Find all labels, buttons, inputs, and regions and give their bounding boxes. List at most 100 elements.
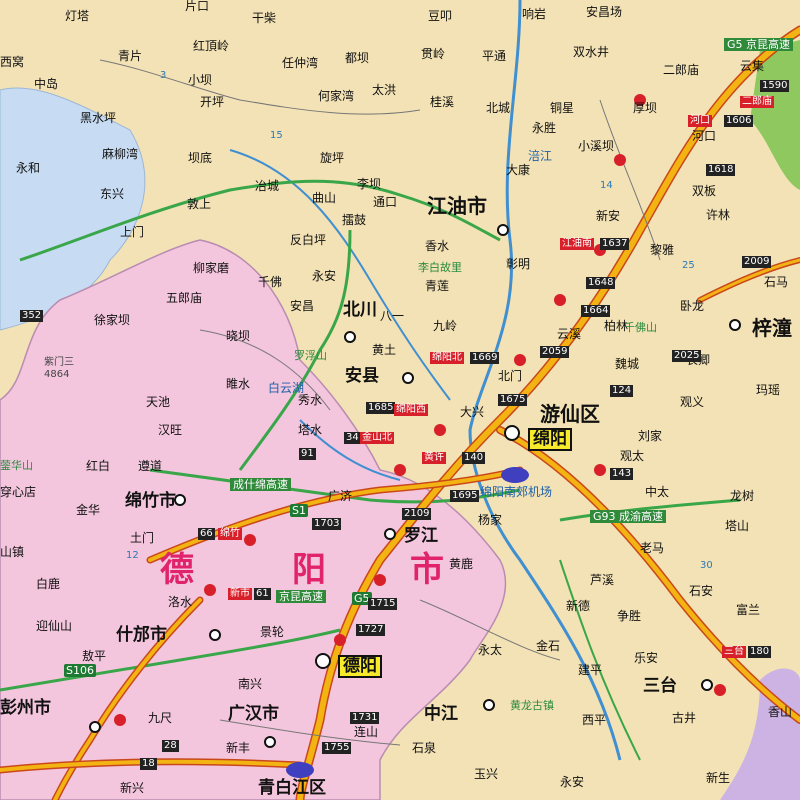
town-guangji[interactable]: 广济 — [328, 490, 352, 502]
map-canvas[interactable]: 德 阳 市 绵阳 德阳 江油市 游仙区 梓潼 绵竹市 什邡市 彭州市 广汉市 罗… — [0, 0, 800, 800]
town-qiaogu[interactable]: 擂鼓 — [342, 214, 366, 226]
town-beicheng[interactable]: 北城 — [486, 102, 510, 114]
city-mianzhu[interactable]: 绵竹市 — [125, 493, 176, 510]
town-xiaoba[interactable]: 小坝 — [188, 74, 212, 86]
town-lijing[interactable]: 李坝 — [357, 178, 381, 190]
town-yunji[interactable]: 云集 — [740, 60, 764, 72]
town-gucheng[interactable]: 古井 — [672, 712, 696, 724]
town-xiwo[interactable]: 西窝 — [0, 56, 24, 68]
town-yingfeng[interactable]: 迎仙山 — [36, 620, 72, 632]
town-maoyao[interactable]: 玛瑶 — [756, 384, 780, 396]
town-dakang[interactable]: 大康 — [506, 164, 530, 176]
town-xuanping[interactable]: 旋坪 — [320, 152, 344, 164]
town-huanglu[interactable]: 黄鹿 — [449, 558, 473, 570]
town-xiangshan[interactable]: 香山 — [768, 706, 792, 718]
town-xujiaba[interactable]: 徐家坝 — [94, 314, 130, 326]
town-pingtong[interactable]: 平通 — [482, 50, 506, 62]
town-heihuoping[interactable]: 黑水坪 — [80, 112, 116, 124]
town-guanyi2[interactable]: 观义 — [680, 396, 704, 408]
town-laoma[interactable]: 老马 — [640, 542, 664, 554]
town-shian[interactable]: 石安 — [689, 585, 713, 597]
city-santai[interactable]: 三台 — [643, 678, 677, 695]
town-liujia[interactable]: 刘家 — [638, 430, 662, 442]
town-xiaoxiba[interactable]: 小溪坝 — [578, 140, 614, 152]
town-jianping[interactable]: 建平 — [578, 664, 602, 676]
town-guanba[interactable]: 观太 — [620, 450, 644, 462]
town-tongxing[interactable]: 铜星 — [550, 102, 574, 114]
town-guixi[interactable]: 桂溪 — [430, 96, 454, 108]
town-hongbai[interactable]: 红白 — [86, 460, 110, 472]
town-luoshui[interactable]: 洛水 — [168, 596, 192, 608]
town-xiping[interactable]: 西平 — [582, 714, 606, 726]
town-xinde[interactable]: 新德 — [566, 600, 590, 612]
town-beimen[interactable]: 北门 — [498, 370, 522, 382]
city-zitong[interactable]: 梓潼 — [752, 318, 792, 338]
city-luojiang[interactable]: 罗江 — [404, 528, 438, 545]
town-wulangmiao[interactable]: 五郎庙 — [166, 292, 202, 304]
town-kaiping[interactable]: 开坪 — [200, 96, 224, 108]
town-bailu[interactable]: 白鹿 — [36, 578, 60, 590]
town-renzhongwan[interactable]: 任仲湾 — [282, 57, 318, 69]
town-yongtai[interactable]: 永太 — [478, 644, 502, 656]
town-qushan[interactable]: 曲山 — [312, 192, 336, 204]
town-xiushui[interactable]: 秀水 — [298, 394, 322, 406]
town-hejiawan[interactable]: 何家湾 — [318, 90, 354, 102]
town-xinsheng[interactable]: 新生 — [706, 772, 730, 784]
town-yuxing[interactable]: 玉兴 — [474, 768, 498, 780]
town-tianchi[interactable]: 天池 — [146, 396, 170, 408]
town-yongan2[interactable]: 永安 — [560, 776, 584, 788]
town-xiangshui[interactable]: 香水 — [425, 240, 449, 252]
town-liya[interactable]: 黎雅 — [650, 244, 674, 256]
city-anxian[interactable]: 安县 — [345, 368, 379, 385]
town-shanzhen[interactable]: 山镇 — [0, 546, 24, 558]
town-taihong[interactable]: 太洪 — [372, 84, 396, 96]
town-liujiamo[interactable]: 柳家磨 — [193, 262, 229, 274]
town-dayu[interactable]: 大兴 — [460, 406, 484, 418]
town-shangmen2[interactable]: 土门 — [130, 532, 154, 544]
town-dongxing[interactable]: 东兴 — [100, 188, 124, 200]
town-bajie[interactable]: 八一 — [380, 310, 404, 322]
town-lianshan[interactable]: 连山 — [354, 726, 378, 738]
town-huangtu[interactable]: 黄土 — [372, 344, 396, 356]
town-mahuowan[interactable]: 麻柳湾 — [102, 148, 138, 160]
town-tashan[interactable]: 塔山 — [725, 520, 749, 532]
town-badi[interactable]: 坝底 — [188, 152, 212, 164]
town-zhongou[interactable]: 中岛 — [34, 78, 58, 90]
town-shuangban[interactable]: 双板 — [692, 185, 716, 197]
town-hongtongling[interactable]: 红頂岭 — [193, 40, 229, 52]
town-hekou[interactable]: 河口 — [692, 130, 716, 142]
town-yongsheng[interactable]: 永胜 — [532, 122, 556, 134]
town-zhangming[interactable]: 彰明 — [506, 258, 530, 270]
town-erlangmiao[interactable]: 二郎庙 — [663, 64, 699, 76]
town-xinjian[interactable]: 新兴 — [120, 782, 144, 794]
airport-label[interactable]: 绵阳南郊机场 — [480, 486, 552, 498]
city-youxian[interactable]: 游仙区 — [540, 404, 600, 424]
city-shifang[interactable]: 什邡市 — [116, 627, 167, 644]
town-shangmen[interactable]: 上门 — [120, 226, 144, 238]
city-guanghan[interactable]: 广汉市 — [228, 706, 279, 723]
town-guanyi[interactable]: 贯岭 — [421, 48, 445, 60]
town-qianfo[interactable]: 千佛 — [258, 276, 282, 288]
town-zhongtai[interactable]: 中太 — [645, 486, 669, 498]
town-yangjia[interactable]: 杨家 — [478, 514, 502, 526]
town-houba[interactable]: 厚坝 — [633, 102, 657, 114]
town-xinan[interactable]: 新安 — [596, 210, 620, 222]
town-jinhua[interactable]: 金华 — [76, 504, 100, 516]
town-jinglun[interactable]: 景轮 — [260, 626, 284, 638]
town-jiuling[interactable]: 九岭 — [433, 320, 457, 332]
town-aoping[interactable]: 敖平 — [82, 650, 106, 662]
town-xinfeng[interactable]: 新丰 — [226, 742, 250, 754]
city-mianyang[interactable]: 绵阳 — [528, 428, 572, 451]
town-yongan[interactable]: 永安 — [312, 270, 336, 282]
city-deyang[interactable]: 德阳 — [338, 655, 382, 678]
town-qingpian[interactable]: 青片 — [118, 50, 142, 62]
town-suishui[interactable]: 睢水 — [226, 378, 250, 390]
town-zundao[interactable]: 遵道 — [138, 460, 162, 472]
city-beichuan[interactable]: 北川 — [343, 302, 377, 319]
town-hanwang[interactable]: 汉旺 — [158, 424, 182, 436]
town-zhengsheng[interactable]: 争胜 — [617, 610, 641, 622]
town-anchang[interactable]: 安昌 — [290, 300, 314, 312]
town-longshu[interactable]: 龙树 — [730, 490, 754, 502]
town-shiquan[interactable]: 石泉 — [412, 742, 436, 754]
town-doukou[interactable]: 豆叩 — [428, 10, 452, 22]
